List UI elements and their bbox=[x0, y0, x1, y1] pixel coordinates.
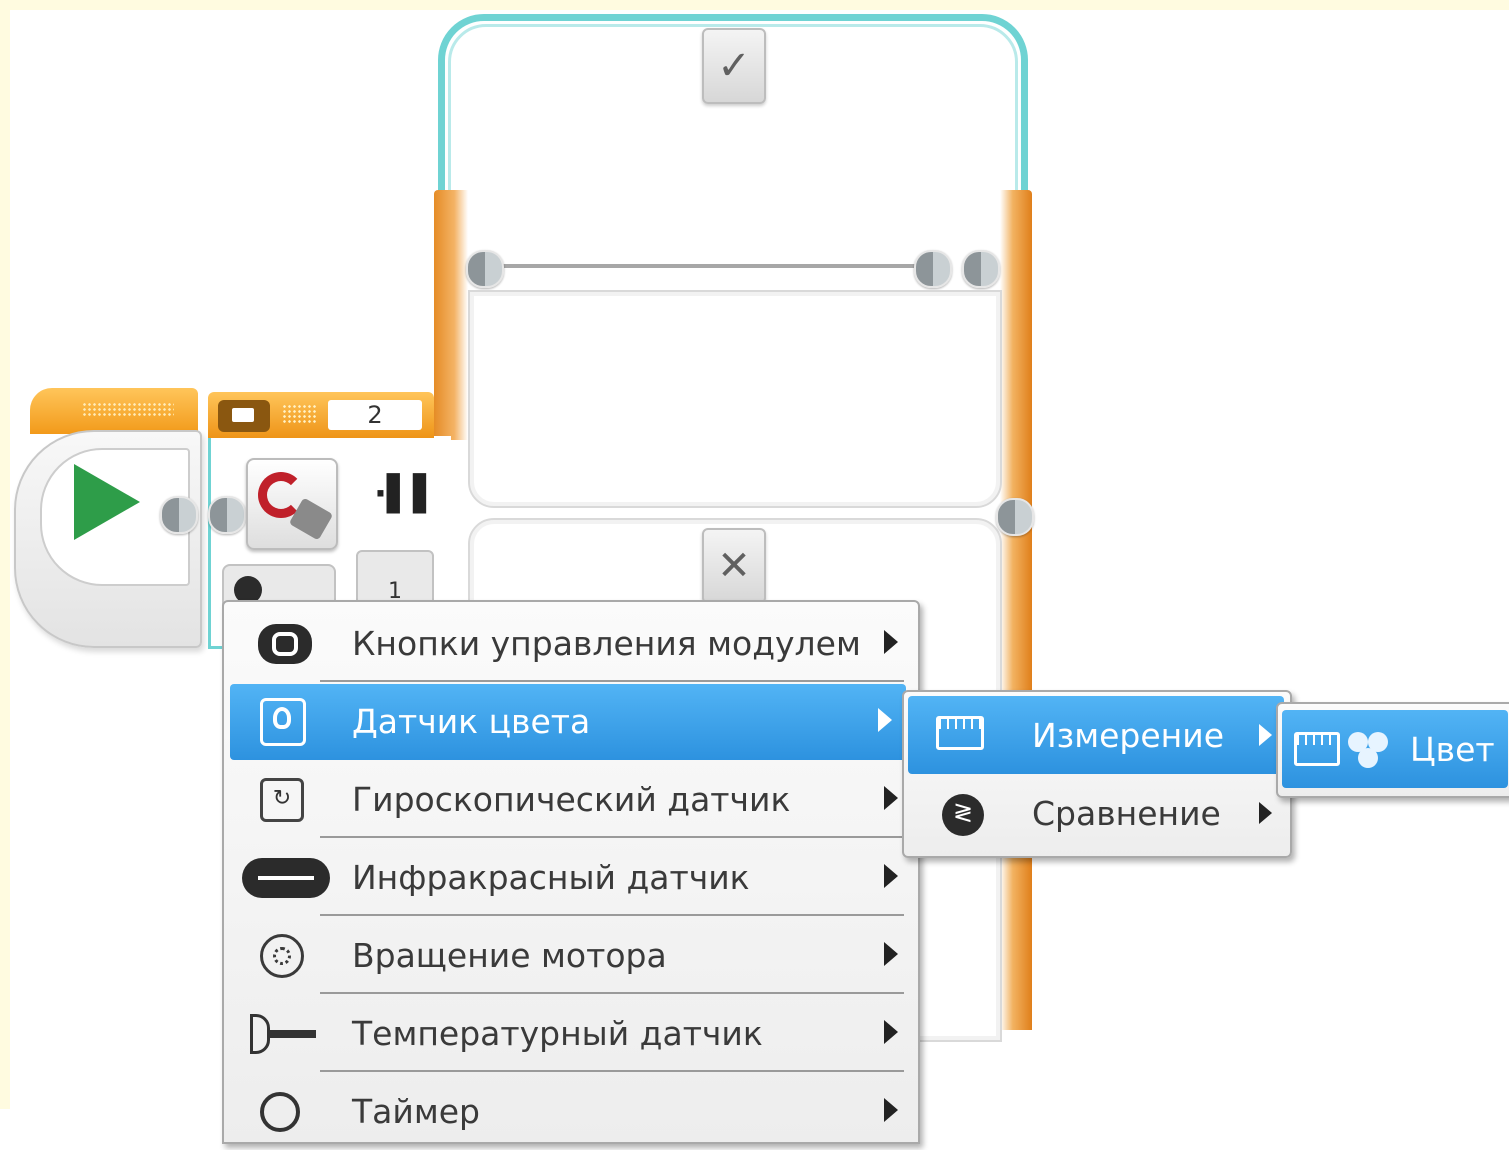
submenu-item-label: Измерение bbox=[1032, 716, 1225, 755]
infrared-sensor-icon bbox=[242, 858, 330, 898]
compare-icon bbox=[942, 794, 984, 836]
divider bbox=[320, 680, 904, 682]
menu-item-label: Инфракрасный датчик bbox=[352, 858, 750, 897]
header-grip bbox=[282, 404, 318, 424]
background-edge bbox=[0, 0, 1509, 10]
submenu-item-compare[interactable]: Сравнение bbox=[904, 774, 1290, 852]
chevron-right-icon bbox=[878, 708, 892, 732]
tabbed-view-icon[interactable]: ·▌▌ bbox=[374, 474, 439, 514]
switch-input-plug[interactable] bbox=[208, 496, 246, 534]
chevron-right-icon bbox=[884, 864, 898, 888]
temperature-sensor-icon bbox=[250, 1014, 320, 1054]
submenu-item-label: Цвет bbox=[1410, 730, 1495, 769]
chevron-right-icon bbox=[1259, 802, 1272, 824]
divider bbox=[320, 1070, 904, 1072]
menu-item-timer[interactable]: Таймер bbox=[224, 1074, 918, 1150]
chevron-right-icon bbox=[1259, 724, 1272, 746]
menu-item-brick-buttons[interactable]: Кнопки управления модулем bbox=[224, 606, 918, 682]
menu-item-label: Температурный датчик bbox=[352, 1014, 763, 1053]
case-true-tab[interactable]: ✓ bbox=[702, 28, 766, 104]
measure-icon bbox=[936, 716, 984, 750]
divider bbox=[320, 836, 904, 838]
chevron-right-icon bbox=[884, 1020, 898, 1044]
switch-exit-plug[interactable] bbox=[962, 250, 1000, 288]
brick-icon bbox=[218, 400, 270, 432]
menu-item-temperature-sensor[interactable]: Температурный датчик bbox=[224, 996, 918, 1072]
switch-right-rail bbox=[1000, 190, 1032, 1030]
menu-item-gyro-sensor[interactable]: ↻ Гироскопический датчик bbox=[224, 762, 918, 838]
play-icon[interactable] bbox=[74, 464, 140, 540]
sequence-wire bbox=[500, 264, 930, 268]
motor-rotation-icon bbox=[260, 934, 304, 978]
divider bbox=[320, 992, 904, 994]
menu-item-label: Кнопки управления модулем bbox=[352, 624, 861, 663]
start-output-plug[interactable] bbox=[160, 496, 198, 534]
chevron-right-icon bbox=[884, 786, 898, 810]
submenu-item-label: Сравнение bbox=[1032, 794, 1221, 833]
port-selector[interactable]: 2 bbox=[328, 400, 422, 430]
switch-mode-header[interactable]: 2 bbox=[208, 392, 434, 438]
menu-item-motor-rotation[interactable]: Вращение мотора bbox=[224, 918, 918, 994]
submenu-item-measure[interactable]: Измерение bbox=[908, 696, 1284, 774]
case-true-panel[interactable] bbox=[468, 290, 1002, 508]
chevron-right-icon bbox=[884, 942, 898, 966]
background-edge bbox=[0, 0, 10, 1109]
switch-mode-button[interactable] bbox=[246, 458, 338, 550]
menu-item-label: Вращение мотора bbox=[352, 936, 667, 975]
case-false-tab[interactable]: ✕ bbox=[702, 528, 766, 604]
measure-icon bbox=[1294, 732, 1340, 766]
sensor-menu: Кнопки управления модулем Датчик цвета ↻… bbox=[222, 600, 920, 1144]
start-block-header bbox=[30, 388, 198, 434]
color-mode-icon bbox=[1348, 730, 1392, 770]
color-sensor-icon bbox=[260, 698, 306, 746]
menu-item-label: Таймер bbox=[352, 1092, 480, 1131]
submenu-item-color[interactable]: Цвет bbox=[1282, 710, 1508, 788]
switch-left-rail bbox=[434, 190, 468, 440]
case-true-exit-plug[interactable] bbox=[914, 250, 952, 288]
timer-icon bbox=[260, 1092, 300, 1132]
chevron-right-icon bbox=[884, 630, 898, 654]
menu-item-label: Гироскопический датчик bbox=[352, 780, 791, 819]
menu-item-color-sensor[interactable]: Датчик цвета bbox=[230, 684, 906, 760]
brick-buttons-icon bbox=[258, 624, 312, 664]
menu-item-infrared-sensor[interactable]: Инфракрасный датчик bbox=[224, 840, 918, 916]
divider bbox=[320, 914, 904, 916]
menu-item-label: Датчик цвета bbox=[352, 702, 591, 741]
switch-output-plug[interactable] bbox=[996, 498, 1034, 536]
gyro-sensor-icon: ↻ bbox=[260, 778, 304, 822]
color-sensor-submenu: Измерение Сравнение bbox=[902, 690, 1292, 858]
measure-submenu: Цвет bbox=[1276, 702, 1509, 798]
case-true-entry-plug[interactable] bbox=[466, 250, 504, 288]
chevron-right-icon bbox=[884, 1098, 898, 1122]
